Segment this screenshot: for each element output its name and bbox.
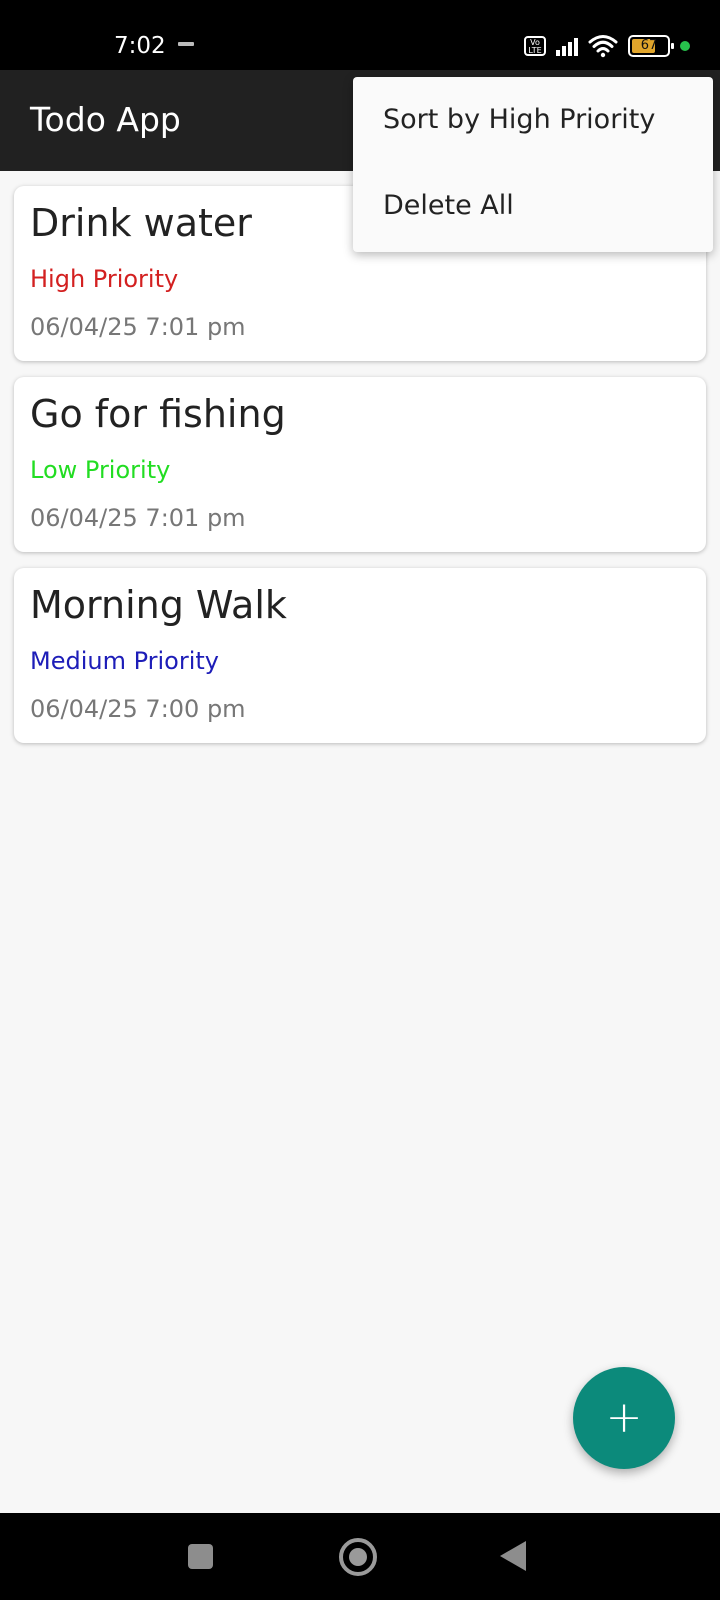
recents-button[interactable]: [188, 1544, 213, 1569]
volte-icon: Vo LTE: [524, 36, 546, 56]
menu-item-delete-all[interactable]: Delete All: [383, 189, 514, 223]
home-button[interactable]: [339, 1538, 377, 1576]
wifi-icon: [588, 35, 618, 58]
todo-list: Drink water High Priority 06/04/25 7:01 …: [14, 186, 706, 759]
battery-label: 67: [640, 38, 658, 53]
status-time: 7:02: [114, 33, 166, 59]
todo-title: Drink water: [30, 201, 252, 245]
screen: 7:02 Vo LTE 67 Todo App Drink water High…: [0, 0, 720, 1600]
todo-date: 06/04/25 7:01 pm: [30, 313, 246, 341]
todo-card[interactable]: Go for fishing Low Priority 06/04/25 7:0…: [14, 377, 706, 552]
signal-icon: [556, 36, 578, 56]
app-title: Todo App: [30, 100, 181, 139]
add-todo-button[interactable]: +: [573, 1367, 675, 1469]
navigation-bar: [0, 1513, 720, 1600]
todo-date: 06/04/25 7:01 pm: [30, 504, 246, 532]
privacy-indicator-dot: [680, 41, 690, 51]
menu-item-sort-by-high-priority[interactable]: Sort by High Priority: [383, 103, 655, 137]
todo-title: Go for fishing: [30, 392, 286, 436]
todo-priority: High Priority: [30, 265, 179, 293]
back-button[interactable]: [500, 1541, 526, 1571]
todo-priority: Medium Priority: [30, 647, 220, 675]
todo-priority: Low Priority: [30, 456, 171, 484]
overflow-menu: Sort by High Priority Delete All: [353, 77, 713, 252]
status-icons: Vo LTE 67: [524, 34, 690, 58]
status-bar: 7:02 Vo LTE 67: [0, 0, 720, 70]
todo-card[interactable]: Morning Walk Medium Priority 06/04/25 7:…: [14, 568, 706, 743]
plus-icon: +: [605, 1392, 643, 1443]
battery-icon: 67: [628, 35, 674, 57]
todo-title: Morning Walk: [30, 583, 287, 627]
notification-icon: [178, 42, 194, 46]
todo-date: 06/04/25 7:00 pm: [30, 695, 246, 723]
